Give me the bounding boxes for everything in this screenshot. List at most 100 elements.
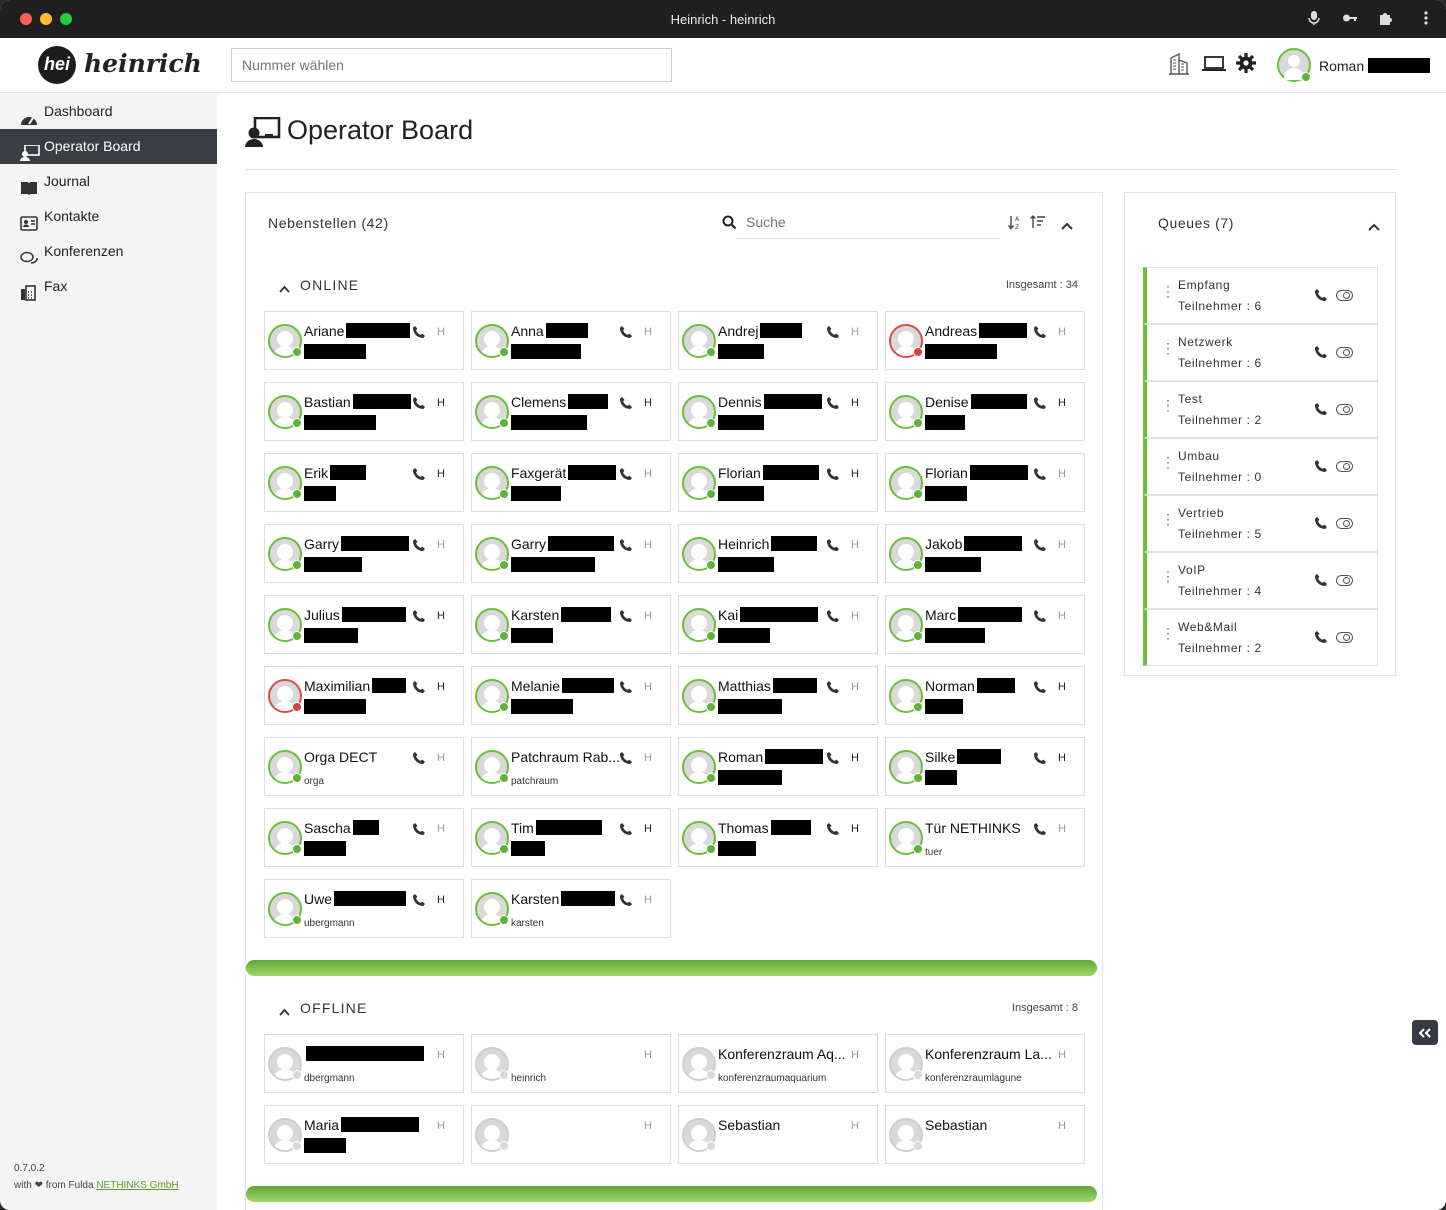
queue-call-icon[interactable] <box>1314 630 1329 645</box>
user-name[interactable]: Roman <box>1319 58 1431 74</box>
call-phone-icon[interactable] <box>1033 751 1047 765</box>
queue-toggle-icon[interactable] <box>1336 461 1353 472</box>
call-phone-icon[interactable] <box>1033 467 1047 481</box>
extensions-search-input[interactable] <box>736 205 1000 239</box>
hold-key-button[interactable]: H <box>1058 539 1066 551</box>
key-icon[interactable] <box>1341 10 1359 28</box>
queue-call-icon[interactable] <box>1314 459 1329 474</box>
hold-key-button[interactable]: H <box>851 326 859 338</box>
extension-card[interactable]: Ariane H <box>264 311 464 370</box>
gear-icon[interactable] <box>1236 53 1258 75</box>
hold-key-button[interactable]: H <box>644 539 652 551</box>
collapse-chevron-icon[interactable] <box>1061 217 1073 235</box>
hold-key-button[interactable]: H <box>644 752 652 764</box>
call-phone-icon[interactable] <box>412 609 426 623</box>
call-phone-icon[interactable] <box>412 680 426 694</box>
hold-key-button[interactable]: H <box>1058 468 1066 480</box>
extension-card[interactable]: Patchraum Rab... patchraum H <box>471 737 671 796</box>
extension-card[interactable]: Orga DECT orga H <box>264 737 464 796</box>
extension-card[interactable]: Maria H <box>264 1105 464 1164</box>
call-phone-icon[interactable] <box>1033 538 1047 552</box>
extension-card[interactable]: Andreas H <box>885 311 1085 370</box>
hold-key-button[interactable]: H <box>1058 326 1066 338</box>
hold-key-button[interactable]: H <box>644 823 652 835</box>
call-phone-icon[interactable] <box>412 751 426 765</box>
hold-key-button[interactable]: H <box>437 1120 445 1132</box>
hold-key-button[interactable]: H <box>1058 752 1066 764</box>
call-phone-icon[interactable] <box>412 538 426 552</box>
call-phone-icon[interactable] <box>1033 680 1047 694</box>
extension-card[interactable]: Melanie H <box>471 666 671 725</box>
queue-item[interactable]: ⋮ Vertrieb Teilnehmer : 5 <box>1143 495 1378 552</box>
hold-key-button[interactable]: H <box>437 1049 445 1061</box>
hold-key-button[interactable]: H <box>851 610 859 622</box>
queues-collapse-icon[interactable] <box>1368 218 1380 236</box>
call-phone-icon[interactable] <box>412 822 426 836</box>
offline-collapse-icon[interactable] <box>279 1003 290 1021</box>
extension-card[interactable]: Matthias H <box>678 666 878 725</box>
queue-toggle-icon[interactable] <box>1336 632 1353 643</box>
extension-card[interactable]: heinrich H <box>471 1034 671 1093</box>
queue-item[interactable]: ⋮ Test Teilnehmer : 2 <box>1143 381 1378 438</box>
call-phone-icon[interactable] <box>1033 396 1047 410</box>
hold-key-button[interactable]: H <box>437 610 445 622</box>
filter-sort-icon[interactable] <box>1030 215 1045 234</box>
extension-card[interactable]: Norman H <box>885 666 1085 725</box>
call-phone-icon[interactable] <box>619 325 633 339</box>
hold-key-button[interactable]: H <box>437 894 445 906</box>
call-phone-icon[interactable] <box>1033 325 1047 339</box>
call-phone-icon[interactable] <box>826 822 840 836</box>
extension-card[interactable]: Dennis H <box>678 382 878 441</box>
hold-key-button[interactable]: H <box>1058 397 1066 409</box>
extension-card[interactable]: Karsten karsten H <box>471 879 671 938</box>
queue-toggle-icon[interactable] <box>1336 290 1353 301</box>
extension-card[interactable]: Konferenzraum La... konferenzraumlagune H <box>885 1034 1085 1093</box>
extension-card[interactable]: H <box>471 1105 671 1164</box>
hold-key-button[interactable]: H <box>437 468 445 480</box>
hold-key-button[interactable]: H <box>644 326 652 338</box>
queue-call-icon[interactable] <box>1314 516 1329 531</box>
sidebar-item-dashboard[interactable]: Dashboard <box>0 94 217 129</box>
queue-toggle-icon[interactable] <box>1336 575 1353 586</box>
hold-key-button[interactable]: H <box>1058 1049 1066 1061</box>
hold-key-button[interactable]: H <box>437 539 445 551</box>
extension-card[interactable]: dbergmann H <box>264 1034 464 1093</box>
hold-key-button[interactable]: H <box>851 539 859 551</box>
extension-card[interactable]: Thomas H <box>678 808 878 867</box>
hold-key-button[interactable]: H <box>851 1049 859 1061</box>
extension-card[interactable]: Silke H <box>885 737 1085 796</box>
hold-key-button[interactable]: H <box>644 1049 652 1061</box>
extension-card[interactable]: Sascha H <box>264 808 464 867</box>
extension-card[interactable]: Uwe ubergmann H <box>264 879 464 938</box>
extension-card[interactable]: Garry H <box>264 524 464 583</box>
sidebar-item-operator-board[interactable]: Operator Board <box>0 129 217 164</box>
hold-key-button[interactable]: H <box>851 1120 859 1132</box>
hold-key-button[interactable]: H <box>851 468 859 480</box>
hold-key-button[interactable]: H <box>851 681 859 693</box>
extension-card[interactable]: Florian H <box>678 453 878 512</box>
queue-item[interactable]: ⋮ Web&Mail Teilnehmer : 2 <box>1143 609 1378 666</box>
extension-card[interactable]: Tim H <box>471 808 671 867</box>
call-phone-icon[interactable] <box>826 680 840 694</box>
hold-key-button[interactable]: H <box>851 823 859 835</box>
extension-card[interactable]: Tür NETHINKS tuer H <box>885 808 1085 867</box>
hold-key-button[interactable]: H <box>1058 610 1066 622</box>
extension-card[interactable]: Roman H <box>678 737 878 796</box>
call-phone-icon[interactable] <box>619 822 633 836</box>
sidebar-item-fax[interactable]: Fax <box>0 269 217 304</box>
call-phone-icon[interactable] <box>619 751 633 765</box>
laptop-icon[interactable] <box>1202 54 1226 76</box>
microphone-icon[interactable] <box>1305 10 1323 28</box>
call-phone-icon[interactable] <box>619 893 633 907</box>
extension-card[interactable]: Denise H <box>885 382 1085 441</box>
online-collapse-icon[interactable] <box>279 280 290 298</box>
extension-card[interactable]: Karsten H <box>471 595 671 654</box>
hold-key-button[interactable]: H <box>437 752 445 764</box>
extension-card[interactable]: Erik H <box>264 453 464 512</box>
sort-alpha-icon[interactable]: AZ <box>1007 215 1022 235</box>
queue-item[interactable]: ⋮ VoIP Teilnehmer : 4 <box>1143 552 1378 609</box>
extension-card[interactable]: Sebastian H <box>885 1105 1085 1164</box>
collapse-panel-button[interactable] <box>1412 1020 1438 1045</box>
hold-key-button[interactable]: H <box>644 610 652 622</box>
hold-key-button[interactable]: H <box>644 1120 652 1132</box>
